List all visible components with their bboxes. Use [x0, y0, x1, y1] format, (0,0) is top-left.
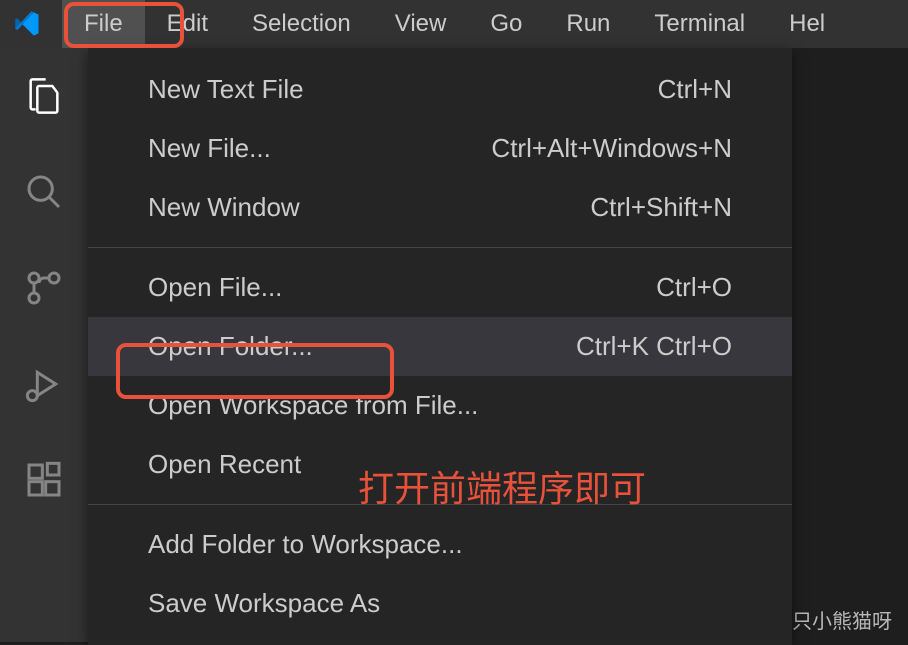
vscode-logo-icon [12, 8, 44, 40]
search-icon[interactable] [20, 168, 68, 216]
menu-item-new-text-file[interactable]: New Text File Ctrl+N [88, 60, 792, 119]
menu-item-open-file[interactable]: Open File... Ctrl+O [88, 258, 792, 317]
menu-item-open-recent[interactable]: Open Recent [88, 435, 792, 494]
menu-terminal[interactable]: Terminal [632, 0, 767, 48]
menu-selection[interactable]: Selection [230, 0, 373, 48]
menu-help[interactable]: Hel [767, 0, 847, 48]
menu-item-label: Open Folder... [148, 331, 313, 362]
menubar: File Edit Selection View Go Run Terminal… [62, 0, 847, 48]
menu-item-open-workspace[interactable]: Open Workspace from File... [88, 376, 792, 435]
titlebar: File Edit Selection View Go Run Terminal… [0, 0, 908, 48]
menu-item-save-workspace-as[interactable]: Save Workspace As [88, 574, 792, 633]
menu-item-label: Open Recent [148, 449, 301, 480]
menu-item-add-folder[interactable]: Add Folder to Workspace... [88, 515, 792, 574]
menu-item-shortcut: Ctrl+K Ctrl+O [576, 331, 732, 362]
activity-bar [0, 48, 88, 642]
menu-view[interactable]: View [373, 0, 469, 48]
source-control-icon[interactable] [20, 264, 68, 312]
menu-item-new-file[interactable]: New File... Ctrl+Alt+Windows+N [88, 119, 792, 178]
menu-item-label: Open File... [148, 272, 282, 303]
menu-run[interactable]: Run [544, 0, 632, 48]
extensions-icon[interactable] [20, 456, 68, 504]
menu-item-label: Open Workspace from File... [148, 390, 478, 421]
menu-item-shortcut: Ctrl+Alt+Windows+N [491, 133, 732, 164]
menu-edit[interactable]: Edit [145, 0, 230, 48]
menu-item-label: Add Folder to Workspace... [148, 529, 463, 560]
menu-separator [88, 247, 792, 248]
menu-item-label: New Text File [148, 74, 304, 105]
menu-item-label: New Window [148, 192, 300, 223]
menu-item-label: Save Workspace As [148, 588, 380, 619]
files-icon[interactable] [20, 72, 68, 120]
file-menu-dropdown: New Text File Ctrl+N New File... Ctrl+Al… [88, 48, 792, 645]
menu-item-shortcut: Ctrl+N [658, 74, 732, 105]
debug-icon[interactable] [20, 360, 68, 408]
menu-item-shortcut: Ctrl+O [656, 272, 732, 303]
menu-separator [88, 504, 792, 505]
menu-file[interactable]: File [62, 0, 145, 48]
menu-item-open-folder[interactable]: Open Folder... Ctrl+K Ctrl+O [88, 317, 792, 376]
menu-go[interactable]: Go [468, 0, 544, 48]
menu-item-new-window[interactable]: New Window Ctrl+Shift+N [88, 178, 792, 237]
menu-item-shortcut: Ctrl+Shift+N [590, 192, 732, 223]
menu-item-label: New File... [148, 133, 271, 164]
